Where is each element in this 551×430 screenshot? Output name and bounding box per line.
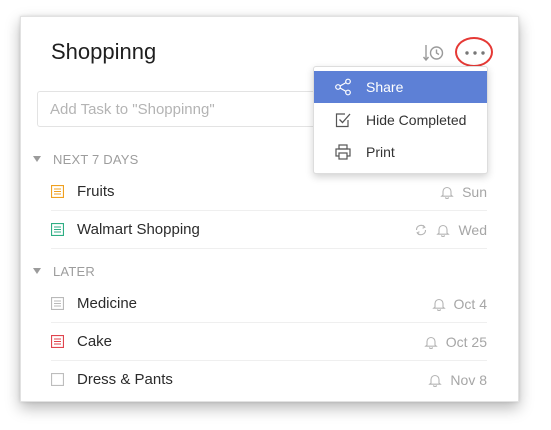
- repeat-icon: [416, 224, 427, 236]
- share-icon: [335, 78, 351, 96]
- task-name: Fruits: [77, 183, 115, 200]
- task-due-date: Sun: [462, 184, 487, 200]
- more-options-menu: Share Hide Completed Print: [313, 66, 488, 174]
- list-title: Shoppinng: [51, 39, 157, 64]
- task-name: Cake: [77, 333, 113, 350]
- task-checkbox[interactable]: [51, 373, 64, 386]
- menu-item-label: Share: [366, 79, 404, 95]
- sort-by-time-icon[interactable]: [422, 43, 444, 63]
- bell-icon: [424, 336, 438, 349]
- task-row[interactable]: Dress & Pants Nov 8: [51, 362, 487, 399]
- task-meta: Oct 4: [431, 296, 487, 312]
- note-checkbox-icon: [51, 223, 64, 236]
- section-header[interactable]: LATER: [33, 261, 95, 281]
- task-checkbox[interactable]: [51, 185, 64, 198]
- note-checkbox-icon: [51, 335, 64, 348]
- task-due-date: Oct 25: [445, 334, 487, 350]
- task-row[interactable]: Fruits Sun: [51, 174, 487, 211]
- collapse-caret-icon: [33, 268, 41, 274]
- task-name: Walmart Shopping: [77, 221, 200, 238]
- highlight-circle-annotation: [455, 37, 493, 67]
- section-label: NEXT 7 DAYS: [53, 151, 139, 167]
- task-meta: Nov 8: [428, 372, 487, 388]
- note-checkbox-icon: [51, 297, 64, 310]
- task-meta: Sun: [440, 184, 487, 200]
- menu-item-label: Print: [366, 144, 395, 160]
- task-due-date: Oct 4: [453, 296, 487, 312]
- task-due-date: Wed: [458, 222, 487, 238]
- checkbox-check-icon: [335, 113, 351, 128]
- menu-item-hide-completed[interactable]: Hide Completed: [314, 104, 487, 136]
- task-row[interactable]: Medicine Oct 4: [51, 286, 487, 323]
- task-row[interactable]: Walmart Shopping Wed: [51, 212, 487, 249]
- note-checkbox-icon: [51, 185, 64, 198]
- menu-item-label: Hide Completed: [366, 112, 467, 128]
- bell-icon: [436, 224, 451, 237]
- bell-icon: [440, 186, 454, 199]
- task-meta: Wed: [414, 222, 487, 238]
- menu-item-print[interactable]: Print: [314, 136, 487, 168]
- bell-icon: [431, 298, 446, 311]
- task-name: Medicine: [77, 295, 138, 312]
- task-due-date: Nov 8: [450, 372, 487, 388]
- bell-icon: [428, 374, 443, 387]
- section-header[interactable]: NEXT 7 DAYS: [33, 149, 139, 169]
- task-checkbox[interactable]: [51, 335, 64, 348]
- task-meta: Oct 25: [424, 334, 487, 350]
- task-row[interactable]: Cake Oct 25: [51, 324, 487, 361]
- section-label: LATER: [53, 263, 95, 279]
- task-name: Dress & Pants: [77, 371, 173, 388]
- collapse-caret-icon: [33, 156, 41, 162]
- menu-item-share[interactable]: Share: [314, 71, 487, 103]
- printer-icon: [335, 144, 351, 160]
- plain-checkbox-icon: [51, 373, 64, 386]
- task-checkbox[interactable]: [51, 223, 64, 236]
- task-checkbox[interactable]: [51, 297, 64, 310]
